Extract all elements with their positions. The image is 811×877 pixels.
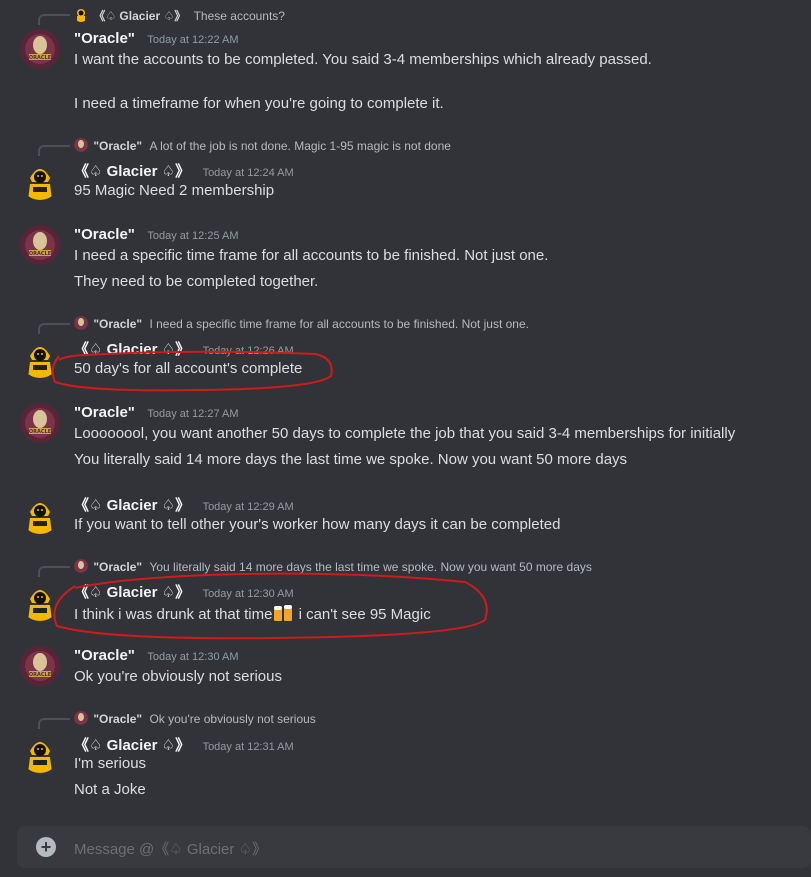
reply-text: These accounts? bbox=[193, 9, 285, 23]
glacier-avatar[interactable] bbox=[20, 494, 60, 534]
timestamp: Today at 12:30 AM bbox=[147, 651, 239, 663]
reply-text: Ok you're obviously not serious bbox=[149, 712, 316, 726]
glacier-avatar[interactable] bbox=[20, 733, 60, 773]
author-name[interactable]: 《♤ Glacier ♤》 bbox=[74, 341, 190, 358]
chat-window: 《♤ Glacier ♤》 These accounts? ORACLE "Or… bbox=[0, 0, 811, 877]
plus-circle-icon[interactable]: + bbox=[36, 837, 56, 857]
oracle-avatar-mini-icon bbox=[74, 559, 88, 573]
reply-text: You literally said 14 more days the last… bbox=[149, 560, 592, 574]
timestamp: Today at 12:26 AM bbox=[202, 345, 294, 357]
message-text: Loooooool, you want another 50 days to c… bbox=[74, 425, 736, 442]
oracle-avatar[interactable]: ORACLE bbox=[20, 29, 60, 69]
svg-text:ORACLE: ORACLE bbox=[29, 55, 52, 61]
reply-preview[interactable]: "Oracle" I need a specific time frame fo… bbox=[74, 316, 529, 331]
message-text: I need a timeframe for when you're going… bbox=[74, 95, 444, 112]
reply-author[interactable]: "Oracle" bbox=[93, 560, 142, 574]
svg-text:ORACLE: ORACLE bbox=[29, 672, 52, 678]
message-text: If you want to tell other your's worker … bbox=[74, 516, 561, 533]
glacier-avatar[interactable] bbox=[20, 581, 60, 621]
message-text: Ok you're obviously not serious bbox=[74, 668, 282, 685]
beers-emoji-icon bbox=[272, 603, 294, 623]
message-composer[interactable]: + Message @《♤ Glacier ♤》 bbox=[17, 826, 811, 868]
timestamp: Today at 12:31 AM bbox=[202, 741, 294, 753]
glacier-avatar-mini-icon bbox=[74, 8, 88, 22]
oracle-avatar-mini-icon bbox=[74, 138, 88, 152]
author-name[interactable]: "Oracle" bbox=[74, 404, 135, 421]
message-text: I want the accounts to be completed. You… bbox=[74, 51, 652, 68]
message-text: Not a Joke bbox=[74, 781, 146, 798]
svg-text:ORACLE: ORACLE bbox=[29, 429, 52, 435]
message-text: 95 Magic Need 2 membership bbox=[74, 182, 275, 199]
reply-author[interactable]: "Oracle" bbox=[93, 139, 142, 153]
oracle-avatar-mini-icon bbox=[74, 316, 88, 330]
timestamp: Today at 12:25 AM bbox=[147, 230, 239, 242]
author-name[interactable]: "Oracle" bbox=[74, 30, 135, 47]
svg-text:ORACLE: ORACLE bbox=[29, 251, 52, 257]
author-name[interactable]: "Oracle" bbox=[74, 226, 135, 243]
reply-author[interactable]: "Oracle" bbox=[93, 317, 142, 331]
author-name[interactable]: "Oracle" bbox=[74, 647, 135, 664]
message-text: You literally said 14 more days the last… bbox=[74, 451, 628, 468]
message-text: I need a specific time frame for all acc… bbox=[74, 247, 549, 264]
author-name[interactable]: 《♤ Glacier ♤》 bbox=[74, 737, 190, 754]
reply-text: I need a specific time frame for all acc… bbox=[149, 317, 529, 331]
oracle-avatar[interactable]: ORACLE bbox=[20, 646, 60, 686]
timestamp: Today at 12:24 AM bbox=[202, 167, 294, 179]
author-name[interactable]: 《♤ Glacier ♤》 bbox=[74, 163, 190, 180]
author-name[interactable]: 《♤ Glacier ♤》 bbox=[74, 584, 190, 601]
message-text: They need to be completed together. bbox=[74, 273, 319, 290]
author-name[interactable]: 《♤ Glacier ♤》 bbox=[74, 497, 190, 514]
message-text: 50 day's for all account's complete bbox=[74, 360, 303, 377]
message-input[interactable]: Message @《♤ Glacier ♤》 bbox=[74, 838, 267, 859]
reply-preview[interactable]: "Oracle" A lot of the job is not done. M… bbox=[74, 138, 451, 153]
oracle-avatar[interactable]: ORACLE bbox=[20, 225, 60, 265]
oracle-avatar[interactable]: ORACLE bbox=[20, 403, 60, 443]
timestamp: Today at 12:27 AM bbox=[147, 408, 239, 420]
message-text: I'm serious bbox=[74, 755, 147, 772]
message-text-part: i can't see 95 Magic bbox=[294, 606, 431, 623]
reply-preview[interactable]: "Oracle" You literally said 14 more days… bbox=[74, 559, 592, 574]
reply-author[interactable]: "Oracle" bbox=[93, 712, 142, 726]
glacier-avatar[interactable] bbox=[20, 338, 60, 378]
message-text: I think i was drunk at that time i can't… bbox=[74, 603, 431, 623]
reply-preview[interactable]: 《♤ Glacier ♤》 These accounts? bbox=[74, 7, 285, 24]
timestamp: Today at 12:29 AM bbox=[202, 501, 294, 513]
timestamp: Today at 12:22 AM bbox=[147, 34, 239, 46]
reply-text: A lot of the job is not done. Magic 1-95… bbox=[149, 139, 451, 153]
timestamp: Today at 12:30 AM bbox=[202, 588, 294, 600]
message-text-part: I think i was drunk at that time bbox=[74, 606, 273, 623]
reply-author[interactable]: 《♤ Glacier ♤》 bbox=[93, 9, 186, 23]
oracle-avatar-mini-icon bbox=[74, 711, 88, 725]
glacier-avatar[interactable] bbox=[20, 160, 60, 200]
reply-preview[interactable]: "Oracle" Ok you're obviously not serious bbox=[74, 711, 316, 726]
